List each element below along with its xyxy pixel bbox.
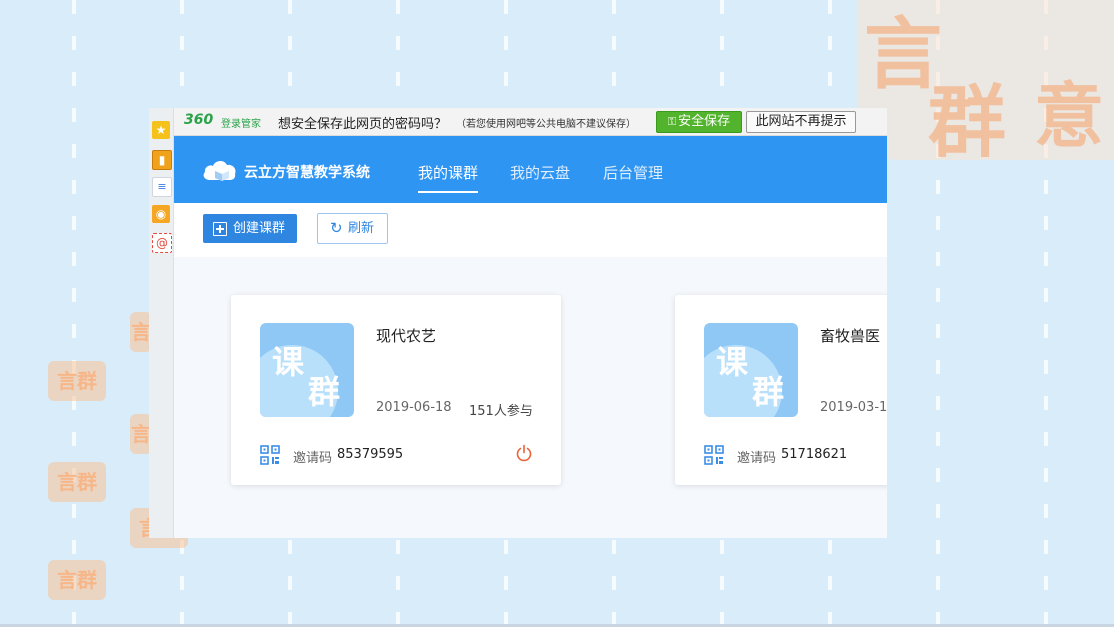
- 360-logo-subtitle: 登录管家: [221, 119, 261, 130]
- top-navbar: 云立方智慧教学系统 我的课群 我的云盘 后台管理: [174, 136, 887, 203]
- 360-logo: 360: [184, 112, 214, 128]
- email-icon[interactable]: @: [152, 233, 172, 253]
- password-save-note: （若您使用网吧等公共电脑不建议保存）: [456, 119, 636, 130]
- course-group-list: 课 群 现代农艺 2019-06-18 151人参与 邀请码 85379595: [174, 257, 887, 538]
- invite-code-value: 51718621: [781, 447, 848, 462]
- invite-code-label: 邀请码: [293, 451, 333, 466]
- power-icon[interactable]: [515, 444, 533, 462]
- watermark-stamp: 言群意: [48, 560, 106, 600]
- refresh-icon: ↻: [330, 219, 343, 237]
- course-title[interactable]: 现代农艺: [376, 325, 436, 346]
- course-card[interactable]: 课 群 畜牧兽医 2019-03-1 邀请码 51718621: [675, 295, 887, 485]
- key-icon: ⚿: [667, 115, 677, 128]
- brand-watermark-logo: 言 群 意: [858, 0, 1114, 170]
- bookmark-icon[interactable]: ▮: [152, 150, 172, 170]
- nav-my-course-groups[interactable]: 我的课群: [418, 162, 478, 183]
- course-title[interactable]: 畜牧兽医: [820, 325, 880, 346]
- password-save-question: 想安全保存此网页的密码吗？: [278, 117, 448, 132]
- course-date: 2019-03-1: [820, 400, 887, 415]
- watermark-stamp: 言群意: [48, 462, 106, 502]
- qr-code-icon[interactable]: [704, 445, 724, 465]
- weibo-icon[interactable]: ◉: [152, 205, 170, 223]
- course-card[interactable]: 课 群 现代农艺 2019-06-18 151人参与 邀请码 85379595: [231, 295, 561, 485]
- invite-code-value: 85379595: [337, 447, 404, 462]
- participant-count: 151人参与: [469, 404, 533, 419]
- watermark-stamp: 言群意: [48, 361, 106, 401]
- safe-save-button[interactable]: ⚿ 安全保存: [656, 111, 742, 133]
- star-icon[interactable]: ★: [152, 121, 170, 139]
- never-remind-button[interactable]: 此网站不再提示: [746, 111, 856, 133]
- cloud-cube-logo-icon: [203, 160, 236, 181]
- password-save-bar: 360 登录管家 想安全保存此网页的密码吗？ （若您使用网吧等公共电脑不建议保存…: [174, 108, 887, 136]
- course-thumbnail: 课 群: [260, 323, 354, 417]
- course-thumbnail: 课 群: [704, 323, 798, 417]
- action-toolbar: 创建课群 ↻ 刷新: [174, 203, 887, 257]
- browser-sidebar: ★ ▮ ≡ ◉ @: [149, 108, 174, 538]
- nav-admin[interactable]: 后台管理: [603, 162, 663, 183]
- nav-my-cloud-disk[interactable]: 我的云盘: [510, 162, 570, 183]
- refresh-button[interactable]: ↻ 刷新: [317, 213, 388, 244]
- course-date: 2019-06-18: [376, 400, 452, 415]
- active-tab-indicator: [418, 191, 478, 193]
- qr-code-icon[interactable]: [260, 445, 280, 465]
- create-course-group-button[interactable]: 创建课群: [203, 214, 297, 243]
- browser-window: ★ ▮ ≡ ◉ @ 360 登录管家 想安全保存此网页的密码吗？ （若您使用网吧…: [149, 108, 887, 538]
- invite-code-label: 邀请码: [737, 451, 777, 466]
- add-icon: [213, 222, 227, 236]
- document-icon[interactable]: ≡: [152, 177, 172, 197]
- system-title: 云立方智慧教学系统: [244, 165, 370, 181]
